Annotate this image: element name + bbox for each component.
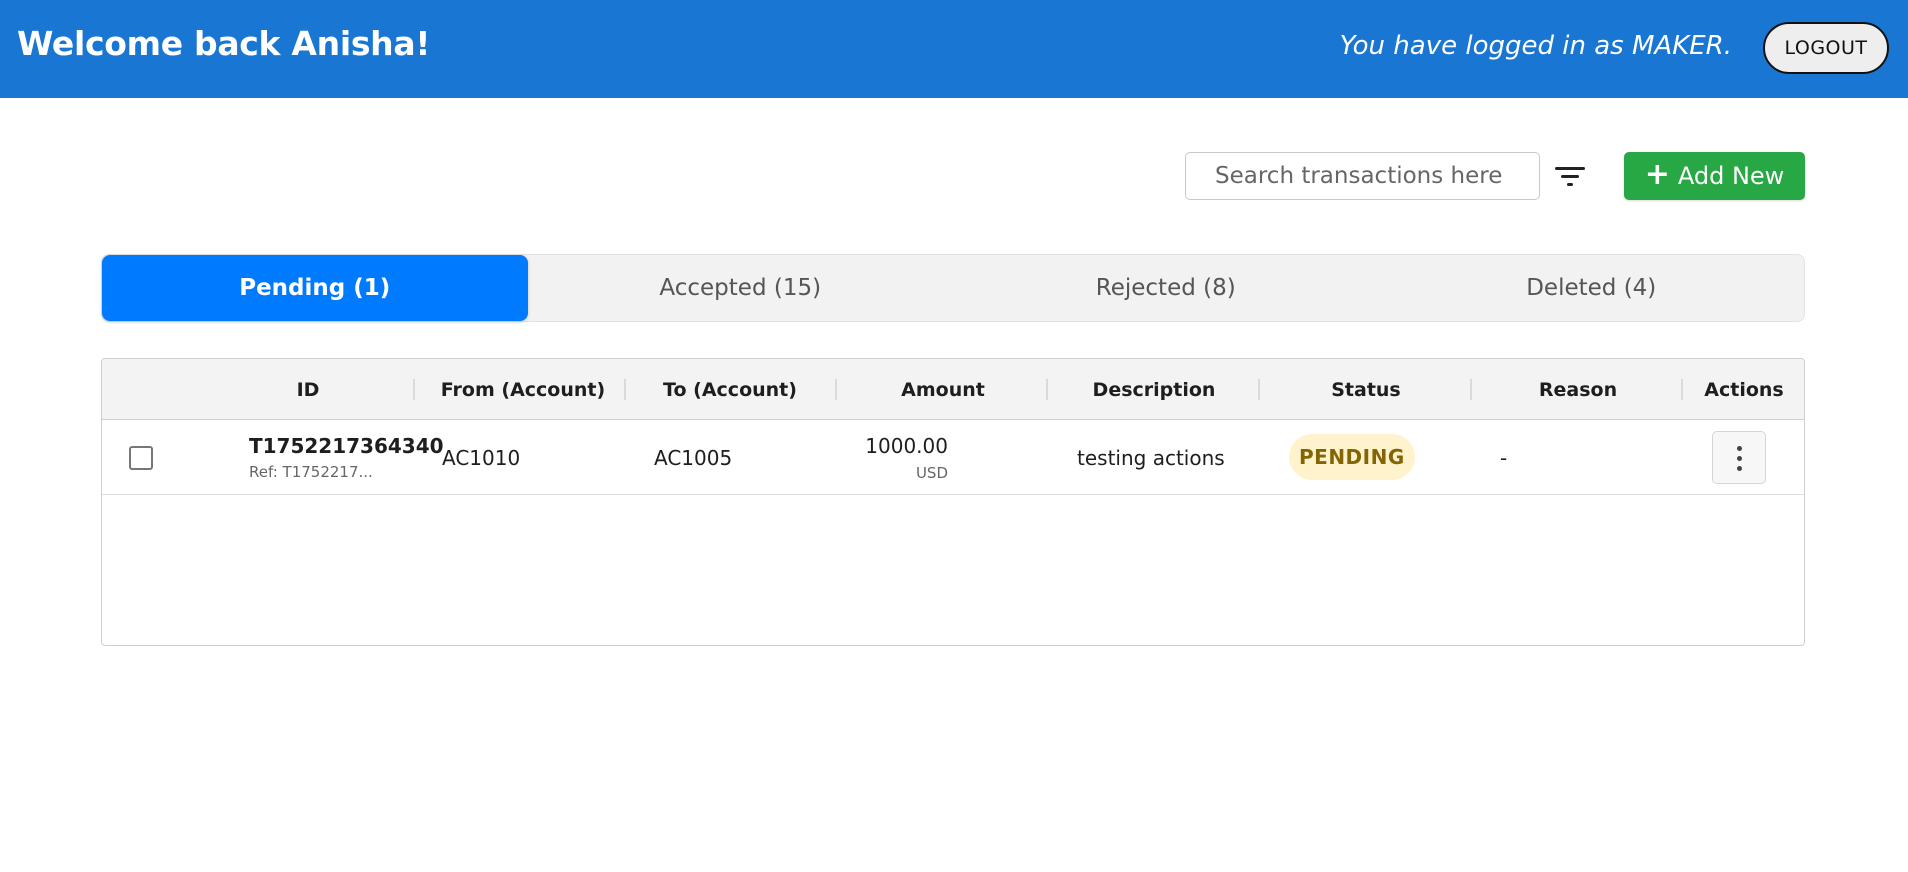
status-tabs: Pending (1) Accepted (15) Rejected (8) D… [101,254,1805,322]
column-header-to: To (Account) [663,378,797,401]
tab-rejected[interactable]: Rejected (8) [953,255,1379,321]
column-header-status: Status [1331,378,1401,401]
from-account: AC1010 [442,445,521,470]
search-input[interactable] [1185,152,1540,200]
logout-button[interactable]: LOGOUT [1763,22,1889,74]
column-divider [835,379,837,400]
column-header-actions: Actions [1704,378,1784,401]
app-header: Welcome back Anisha! You have logged in … [0,0,1908,98]
column-divider [1470,379,1472,400]
login-role-text: You have logged in as MAKER. [1339,31,1732,61]
add-new-button[interactable]: + Add New [1624,152,1805,200]
reason: - [1500,445,1508,470]
column-header-reason: Reason [1538,378,1618,401]
column-header-id: ID [296,378,320,401]
plus-icon: + [1644,156,1670,192]
transactions-table: ID From (Account) To (Account) Amount De… [101,358,1805,646]
to-account: AC1005 [654,445,733,470]
column-divider [413,379,415,400]
amount-value: 1000.00 [865,434,948,458]
column-header-amount: Amount [901,378,985,401]
column-header-description: Description [1092,378,1216,401]
status-badge: PENDING [1289,434,1415,480]
column-divider [1681,379,1683,400]
transaction-ref: Ref: T1752217... [249,463,373,481]
filter-icon[interactable] [1551,160,1589,192]
tab-deleted[interactable]: Deleted (4) [1379,255,1805,321]
amount-currency: USD [915,464,948,482]
table-row: T1752217364340 Ref: T1752217... AC1010 A… [102,420,1804,495]
transaction-id: T1752217364340 [249,434,444,458]
row-actions-button[interactable] [1712,431,1766,484]
column-divider [1046,379,1048,400]
tab-accepted[interactable]: Accepted (15) [528,255,954,321]
column-divider [1258,379,1260,400]
table-header: ID From (Account) To (Account) Amount De… [102,359,1804,420]
row-select-checkbox[interactable] [129,446,153,470]
description: testing actions [1077,445,1225,470]
welcome-message: Welcome back Anisha! [17,24,431,63]
tab-pending[interactable]: Pending (1) [102,255,528,321]
add-new-label: Add New [1677,162,1785,190]
column-header-from: From (Account) [440,378,606,401]
